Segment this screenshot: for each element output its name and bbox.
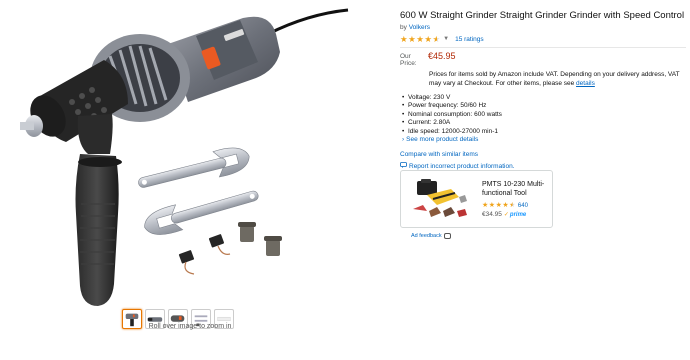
chevron-right-icon: ›: [402, 136, 405, 144]
feature-bullets: Voltage: 230 V Power frequency: 50/60 Hz…: [402, 94, 690, 136]
vat-notice: Prices for items sold by Amazon include …: [429, 70, 685, 88]
straight-grinder-image: [20, 8, 349, 306]
feature-bullet: Power frequency: 50/60 Hz: [402, 102, 690, 111]
feature-bullet: Nominal consumption: 600 watts: [402, 111, 690, 120]
by-prefix: by: [400, 24, 407, 31]
compare-link[interactable]: Compare with similar items: [400, 151, 690, 158]
zoom-hint: Roll over image to zoom in: [148, 323, 232, 330]
price-row: Our Price: €45.95: [400, 51, 690, 67]
rating-row: ★ ★ ★ ★ ★ ▼ 15 ratings: [400, 34, 690, 44]
sponsored-ad-card[interactable]: PMTS 10-230 Multi-functional Tool ★ ★ ★ …: [400, 170, 553, 228]
report-link[interactable]: Report incorrect product information.: [400, 162, 690, 170]
star-rating[interactable]: ★ ★ ★ ★ ★: [400, 33, 441, 44]
comment-icon: [400, 162, 407, 170]
feature-bullet: Voltage: 230 V: [402, 94, 690, 103]
compare-label: Compare with similar items: [400, 151, 479, 159]
star-icon: ★: [495, 202, 502, 209]
product-title: 600 W Straight Grinder Straight Grinder …: [400, 10, 685, 21]
star-icon: ★: [424, 33, 432, 44]
price-value: €45.95: [428, 51, 456, 61]
prime-badge: prime: [509, 212, 527, 218]
vat-text: Prices for items sold by Amazon include …: [429, 71, 680, 87]
star-icon: ★: [400, 33, 408, 44]
report-label: Report incorrect product information.: [409, 162, 515, 170]
see-more-label: See more product details: [406, 136, 479, 144]
star-half-icon: ★: [509, 202, 516, 209]
ad-feedback-label: Ad feedback: [411, 233, 442, 239]
star-icon: ★: [408, 33, 416, 44]
feedback-icon: [443, 233, 451, 239]
star-half-icon: ★: [432, 33, 441, 44]
chevron-down-icon[interactable]: ▼: [443, 36, 449, 42]
ratings-count-link[interactable]: 15 ratings: [455, 36, 484, 43]
product-main-image[interactable]: [18, 4, 358, 316]
ad-feedback-link[interactable]: Ad feedback: [411, 233, 451, 239]
feature-bullet: Idle speed: 12000-27000 min-1: [402, 128, 690, 137]
ad-rating: ★ ★ ★ ★ ★ 640: [482, 202, 528, 209]
star-icon: ★: [482, 202, 489, 209]
divider: [400, 47, 686, 48]
prime-check-icon: ✓: [503, 212, 509, 218]
star-icon: ★: [502, 202, 509, 209]
ad-title[interactable]: PMTS 10-230 Multi-functional Tool: [482, 180, 550, 198]
ad-rating-count[interactable]: 640: [518, 203, 528, 209]
brand-link[interactable]: Volkers: [409, 24, 430, 31]
price-label: Our Price:: [400, 53, 417, 67]
feature-bullet: Current: 2.80A: [402, 119, 690, 128]
byline: by Volkers: [400, 24, 690, 31]
vat-details-link[interactable]: details: [576, 80, 595, 87]
see-more-link[interactable]: › See more product details: [402, 136, 690, 144]
ad-price-row: €34.95 ✓ prime: [482, 211, 526, 218]
star-icon: ★: [488, 202, 496, 209]
ad-price: €34.95: [482, 211, 502, 218]
product-details: 600 W Straight Grinder Straight Grinder …: [400, 10, 690, 170]
star-icon: ★: [416, 33, 424, 44]
ad-product-image: [407, 175, 471, 225]
